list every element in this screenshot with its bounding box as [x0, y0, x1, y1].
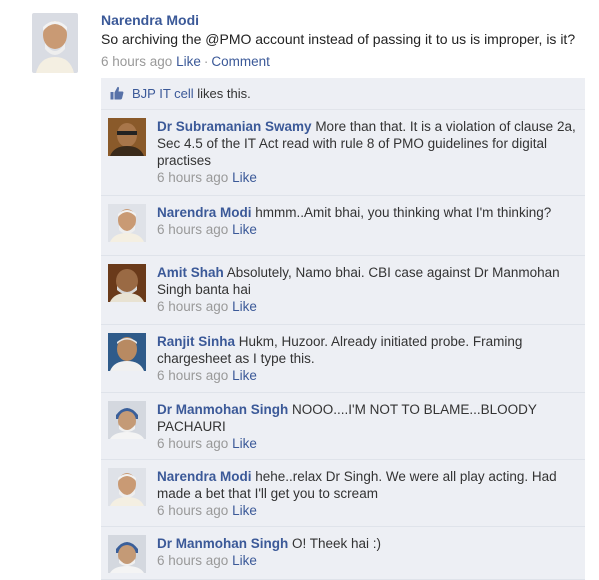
comment-body: Narendra Modi hmmm..Amit bhai, you think…: [157, 204, 577, 238]
comment-item: Dr Manmohan Singh O! Theek hai :) 6 hour…: [101, 527, 585, 580]
liker-link[interactable]: BJP IT cell: [132, 86, 194, 101]
comment-body: Dr Manmohan Singh NOOO....I'M NOT TO BLA…: [157, 401, 577, 452]
comment-timestamp[interactable]: 6 hours ago: [157, 436, 228, 451]
commenter-link[interactable]: Amit Shah: [157, 265, 224, 280]
post-meta: 6 hours ago Like · Comment: [101, 54, 270, 69]
avatar[interactable]: [108, 333, 146, 371]
comment-like-link[interactable]: Like: [232, 222, 257, 237]
comment-body: Dr Subramanian Swamy More than that. It …: [157, 118, 577, 186]
comment-text: O! Theek hai :): [288, 536, 382, 551]
comment-like-link[interactable]: Like: [232, 368, 257, 383]
comment-item: Dr Manmohan Singh NOOO....I'M NOT TO BLA…: [101, 393, 585, 460]
post-text: So archiving the @PMO account instead of…: [101, 31, 576, 47]
commenter-link[interactable]: Dr Subramanian Swamy: [157, 119, 312, 134]
avatar[interactable]: [108, 535, 146, 573]
comment-like-link[interactable]: Like: [232, 299, 257, 314]
comment-timestamp[interactable]: 6 hours ago: [157, 170, 228, 185]
comment-like-link[interactable]: Like: [232, 170, 257, 185]
comment-like-link[interactable]: Like: [232, 503, 257, 518]
comment-timestamp[interactable]: 6 hours ago: [157, 299, 228, 314]
avatar[interactable]: [108, 468, 146, 506]
separator-dot: ·: [203, 54, 209, 69]
like-link[interactable]: Like: [176, 54, 201, 69]
comment-body: Narendra Modi hehe..relax Dr Singh. We w…: [157, 468, 577, 519]
commenter-link[interactable]: Ranjit Sinha: [157, 334, 235, 349]
comment-item: Amit Shah Absolutely, Namo bhai. CBI cas…: [101, 256, 585, 325]
commenter-link[interactable]: Dr Manmohan Singh: [157, 402, 288, 417]
comment-item: Narendra Modi hehe..relax Dr Singh. We w…: [101, 460, 585, 527]
comment-like-link[interactable]: Like: [232, 553, 257, 568]
comment-timestamp[interactable]: 6 hours ago: [157, 368, 228, 383]
comment-like-link[interactable]: Like: [232, 436, 257, 451]
likes-summary: BJP IT cell likes this.: [101, 78, 585, 110]
post-timestamp[interactable]: 6 hours ago: [101, 54, 172, 69]
comment-item: Narendra Modi hmmm..Amit bhai, you think…: [101, 196, 585, 256]
comment-list: Dr Subramanian Swamy More than that. It …: [101, 110, 585, 580]
post-author-link[interactable]: Narendra Modi: [101, 12, 199, 28]
comment-body: Ranjit Sinha Hukm, Huzoor. Already initi…: [157, 333, 577, 384]
comment-link[interactable]: Comment: [211, 54, 270, 69]
comment-text: hmmm..Amit bhai, you thinking what I'm t…: [251, 205, 552, 220]
commenter-link[interactable]: Narendra Modi: [157, 205, 252, 220]
comment-body: Amit Shah Absolutely, Namo bhai. CBI cas…: [157, 264, 577, 315]
avatar[interactable]: [108, 401, 146, 439]
comment-body: Dr Manmohan Singh O! Theek hai :) 6 hour…: [157, 535, 577, 569]
likes-suffix: likes this.: [193, 86, 251, 101]
comment-timestamp[interactable]: 6 hours ago: [157, 222, 228, 237]
comment-timestamp[interactable]: 6 hours ago: [157, 553, 228, 568]
comment-item: Ranjit Sinha Hukm, Huzoor. Already initi…: [101, 325, 585, 393]
avatar[interactable]: [108, 264, 146, 302]
comment-timestamp[interactable]: 6 hours ago: [157, 503, 228, 518]
commenter-link[interactable]: Dr Manmohan Singh: [157, 536, 288, 551]
likes-text: BJP IT cell likes this.: [132, 86, 251, 101]
avatar[interactable]: [32, 13, 78, 73]
avatar[interactable]: [108, 204, 146, 242]
thumbs-up-icon: [110, 86, 124, 100]
comment-item: Dr Subramanian Swamy More than that. It …: [101, 110, 585, 196]
commenter-link[interactable]: Narendra Modi: [157, 469, 252, 484]
avatar[interactable]: [108, 118, 146, 156]
